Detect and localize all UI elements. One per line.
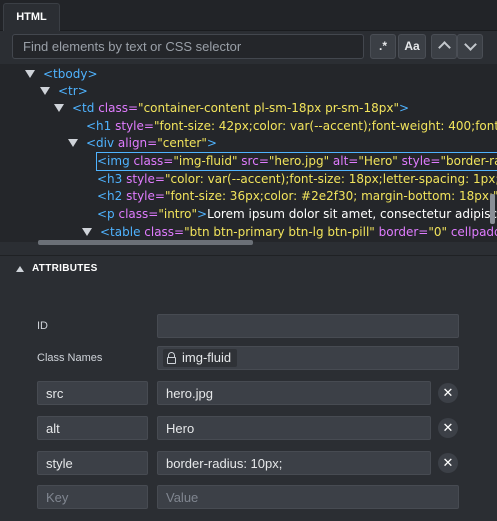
lock-icon bbox=[167, 351, 176, 364]
search-input[interactable] bbox=[12, 34, 364, 59]
tree-node-div[interactable]: <div align="center"> bbox=[68, 135, 217, 152]
tree-node-tr[interactable]: <tr> bbox=[40, 83, 88, 100]
attribute-key-style[interactable] bbox=[37, 451, 148, 475]
remove-attribute-alt-button[interactable]: ✕ bbox=[438, 418, 458, 438]
dom-tree: <tbody> <tr> <td class="container-conten… bbox=[0, 64, 497, 242]
class-names-label: Class Names bbox=[37, 352, 103, 364]
attribute-value-style[interactable] bbox=[157, 451, 431, 475]
attribute-key-src[interactable] bbox=[37, 381, 148, 405]
tree-node-h2[interactable]: <h2 style="font-size: 36px;color: #2e2f3… bbox=[97, 188, 497, 205]
triangle-down-icon[interactable] bbox=[40, 86, 50, 95]
close-icon: ✕ bbox=[442, 455, 454, 470]
tree-node-img-selected[interactable]: <img class="img-fluid" src="hero.jpg" al… bbox=[95, 152, 497, 171]
tree-node-tbody[interactable]: <tbody> bbox=[25, 66, 98, 83]
triangle-down-icon[interactable] bbox=[25, 69, 35, 78]
chevron-up-icon bbox=[437, 41, 451, 54]
tree-node-h3[interactable]: <h3 style="color: var(--accent);font-siz… bbox=[97, 171, 497, 188]
previous-match-button[interactable] bbox=[431, 34, 457, 59]
triangle-down-icon[interactable] bbox=[68, 138, 78, 147]
search-bar: .* Aa bbox=[0, 31, 497, 67]
tree-node-h1[interactable]: <h1 style="font-size: 42px;color: var(--… bbox=[86, 118, 497, 135]
class-names-field[interactable]: img-fluid bbox=[157, 346, 459, 370]
attributes-panel-header[interactable]: ATTRIBUTES bbox=[0, 255, 497, 282]
triangle-down-icon[interactable] bbox=[82, 227, 92, 236]
tab-html[interactable]: HTML bbox=[3, 3, 60, 31]
new-attribute-key-input[interactable] bbox=[37, 485, 148, 509]
id-field[interactable] bbox=[157, 314, 459, 338]
close-icon: ✕ bbox=[442, 385, 454, 400]
attribute-value-alt[interactable] bbox=[157, 416, 431, 440]
tree-horizontal-scrollbar[interactable] bbox=[38, 240, 253, 245]
class-chip[interactable]: img-fluid bbox=[163, 349, 238, 367]
chevron-down-icon bbox=[463, 38, 477, 51]
tree-vertical-scrollbar[interactable] bbox=[490, 194, 495, 224]
attribute-key-alt[interactable] bbox=[37, 416, 148, 440]
remove-attribute-src-button[interactable]: ✕ bbox=[438, 383, 458, 403]
triangle-up-icon[interactable] bbox=[16, 266, 24, 272]
attribute-value-src[interactable] bbox=[157, 381, 431, 405]
tree-node-p[interactable]: <p class="intro">Lorem ipsum dolor sit a… bbox=[97, 206, 497, 223]
next-match-button[interactable] bbox=[457, 34, 483, 59]
regex-toggle-button[interactable]: .* bbox=[370, 34, 396, 59]
match-case-button[interactable]: Aa bbox=[398, 34, 426, 59]
tree-node-td[interactable]: <td class="container-content pl-sm-18px … bbox=[54, 100, 409, 117]
class-chip-label: img-fluid bbox=[182, 350, 232, 365]
attributes-title: ATTRIBUTES bbox=[32, 263, 98, 274]
new-attribute-value-input[interactable] bbox=[157, 485, 459, 509]
tree-node-table[interactable]: <table class="btn btn-primary btn-lg btn… bbox=[82, 224, 497, 241]
remove-attribute-style-button[interactable]: ✕ bbox=[438, 453, 458, 473]
id-label: ID bbox=[37, 320, 48, 332]
triangle-down-icon[interactable] bbox=[54, 103, 64, 112]
close-icon: ✕ bbox=[442, 420, 454, 435]
tab-bar: HTML bbox=[0, 0, 497, 31]
